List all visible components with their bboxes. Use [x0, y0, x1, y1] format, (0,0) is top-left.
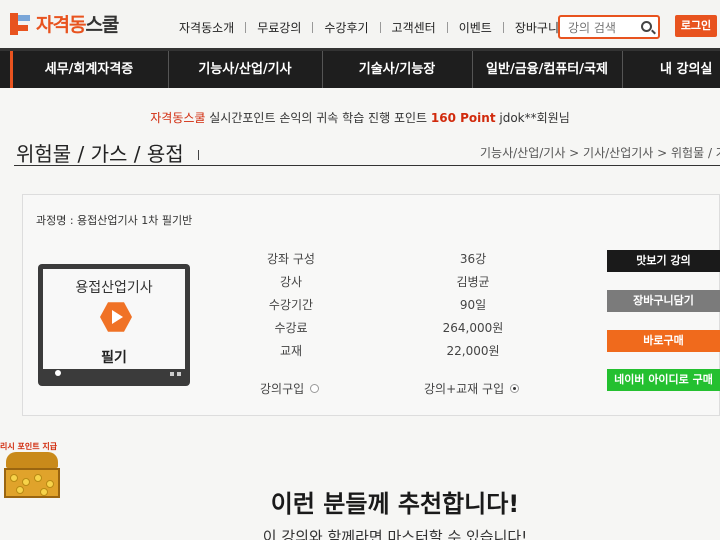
option-label: 강의구입	[260, 382, 305, 396]
nav-my-classroom[interactable]: 내 강의실	[660, 51, 720, 88]
notice-text: 실시간포인트 손익의 귀속 학습 진행 포인트	[205, 111, 431, 125]
info-label: 교재	[279, 344, 303, 358]
info-label: 강좌 구성	[267, 252, 315, 266]
info-value: 김병균	[456, 275, 490, 289]
control-icon	[177, 372, 181, 376]
search-icon[interactable]	[641, 21, 652, 32]
info-value: 36강	[459, 252, 487, 266]
nav-tax-accounting[interactable]: 세무/회계자격증	[14, 51, 164, 88]
nav-professional-engineer[interactable]: 기술사/기능장	[322, 51, 472, 88]
logo-mark-icon	[10, 12, 32, 35]
info-label: 수강기간	[268, 298, 314, 312]
info-label: 강사	[279, 275, 303, 289]
nav-craftsman-engineer[interactable]: 기능사/산업/기사	[168, 51, 322, 88]
points-notice: 자격동스쿨 실시간포인트 손익의 귀속 학습 진행 포인트 160 Point …	[0, 109, 720, 126]
course-name: 과정명 : 용접산업기사 1차 필기반	[36, 214, 193, 227]
top-header: 자격동스쿨 자격동소개 무료강의 수강후기 고객센터 이벤트 장바구니 로그인	[0, 0, 720, 48]
option-lecture-only[interactable]: 강의구입	[260, 380, 320, 397]
topnav-free-lectures[interactable]: 무료강의	[246, 19, 312, 36]
thumbnail-subtitle: 필기	[101, 350, 127, 366]
nav-general-finance[interactable]: 일반/금융/컴퓨터/국제	[472, 51, 622, 88]
course-thumbnail[interactable]: 용접산업기사 필기	[38, 264, 190, 386]
radio-lecture-book[interactable]	[510, 384, 520, 393]
breadcrumb[interactable]: 기능사/산업/기사 > 기사/산업기사 > 위험물 / 가	[480, 144, 720, 161]
promo-label: 리시 포인트 지급	[0, 442, 58, 451]
search-box	[558, 15, 660, 39]
notice-user: jdok**회원님	[495, 111, 570, 125]
top-nav: 자격동소개 무료강의 수강후기 고객센터 이벤트 장바구니	[168, 19, 570, 36]
preview-lecture-button[interactable]: 맛보기 강의	[607, 250, 720, 272]
info-value: 264,000원	[442, 321, 504, 335]
main-nav: 세무/회계자격증 기능사/산업/기사 기술사/기능장 일반/금융/컴퓨터/국제 …	[0, 48, 720, 88]
option-label: 강의+교재 구입	[424, 382, 505, 396]
radio-lecture-only[interactable]	[310, 384, 320, 393]
login-button[interactable]: 로그인	[675, 15, 717, 37]
site-logo[interactable]: 자격동스쿨	[10, 10, 119, 37]
buy-now-button[interactable]: 바로구매	[607, 330, 720, 352]
add-to-cart-button[interactable]: 장바구니담기	[607, 290, 720, 312]
info-value: 22,000원	[446, 344, 500, 358]
notice-points: 160 Point	[430, 111, 496, 125]
topnav-events[interactable]: 이벤트	[448, 19, 503, 36]
status-dot-icon	[55, 370, 61, 376]
topnav-support[interactable]: 고객센터	[381, 19, 447, 36]
search-input[interactable]	[560, 18, 634, 38]
thumbnail-title: 용접산업기사	[75, 280, 153, 296]
recommend-subtitle: 이 강의와 함께라면 마스터할 수 있습니다!	[262, 528, 528, 540]
recommend-title: 이런 분들께 추천합니다!	[270, 490, 520, 518]
topnav-reviews[interactable]: 수강후기	[313, 19, 379, 36]
option-lecture-book[interactable]: 강의+교재 구입	[424, 380, 520, 397]
naver-buy-button[interactable]: 네이버 아이디로 구매	[607, 369, 720, 391]
info-label: 수강료	[274, 321, 308, 335]
logo-text: 자격동스쿨	[36, 14, 119, 36]
title-divider	[14, 165, 720, 166]
page-title: 위험물 / 가스 / 용접	[16, 142, 184, 166]
info-value: 90일	[459, 298, 487, 312]
play-icon[interactable]	[100, 302, 132, 332]
control-icon	[170, 372, 174, 376]
notice-brand: 자격동스쿨	[150, 111, 206, 125]
topnav-about[interactable]: 자격동소개	[168, 19, 245, 36]
